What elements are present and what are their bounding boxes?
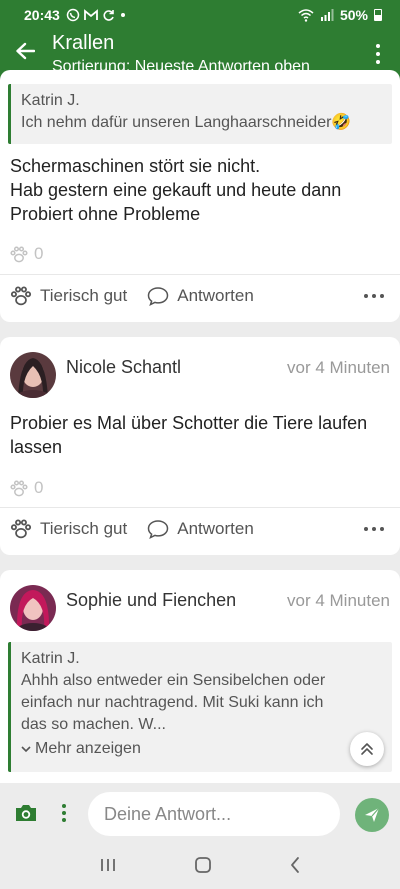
post-body: Schermaschinen stört sie nicht. Hab gest…: [10, 154, 390, 226]
send-button[interactable]: [355, 798, 389, 832]
arrow-left-icon: [16, 42, 35, 60]
post-actions: Tierisch gut Antworten: [10, 519, 390, 539]
reply-input[interactable]: [88, 792, 340, 836]
status-time: 20:43: [24, 7, 60, 23]
attachment-menu-button[interactable]: [62, 804, 66, 822]
like-button[interactable]: Tierisch gut: [10, 286, 127, 306]
notification-icons: [66, 8, 127, 22]
like-count: 0: [10, 478, 43, 498]
camera-icon: [16, 805, 36, 821]
post-body: Probier es Mal über Schotter die Tiere l…: [10, 413, 368, 457]
like-count: 0: [10, 244, 43, 264]
reply-composer: [0, 783, 400, 845]
wifi-icon: [298, 8, 314, 22]
avatar[interactable]: [10, 585, 56, 631]
reply-button[interactable]: Antworten: [147, 519, 254, 539]
quoted-reply[interactable]: Katrin J. Ich nehm dafür unseren Langhaa…: [8, 84, 392, 144]
like-label: Tierisch gut: [40, 286, 128, 305]
recent-apps-button[interactable]: [99, 857, 117, 878]
call-icon: [66, 8, 80, 22]
avatar[interactable]: [10, 352, 56, 398]
divider: [0, 274, 400, 275]
post-card: Nicole Schantl vor 4 Minuten Probier es …: [0, 337, 400, 555]
home-button[interactable]: [194, 856, 212, 879]
paw-icon: [10, 519, 32, 539]
battery-percent: 50%: [339, 7, 368, 23]
paw-icon: [10, 245, 28, 262]
camera-button[interactable]: [14, 803, 38, 828]
show-more-label: Mehr anzeigen: [35, 740, 141, 757]
speech-bubble-icon: [147, 287, 169, 306]
post-line: Hab gestern eine gekauft und heute dann: [10, 180, 342, 200]
mail-icon: [83, 9, 98, 20]
quoted-reply[interactable]: Katrin J. Ahhh also entweder ein Sensibe…: [8, 642, 392, 772]
sync-icon: [103, 9, 114, 21]
quote-text: Ahhh also entweder ein Sensibelchen oder…: [21, 672, 326, 733]
recent-apps-icon: [100, 858, 115, 871]
post-card: Katrin J. Ich nehm dafür unseren Langhaa…: [0, 70, 400, 322]
more-options-button[interactable]: [364, 527, 390, 531]
home-icon: [195, 856, 211, 873]
double-chevron-up-icon: [361, 743, 373, 755]
page-title: Krallen: [52, 32, 115, 54]
more-options-button[interactable]: [364, 294, 390, 298]
back-nav-button[interactable]: [289, 856, 301, 879]
speech-bubble-icon: [147, 520, 169, 539]
author-name[interactable]: Sophie und Fienchen: [66, 590, 236, 611]
quote-text: Ich nehm dafür unseren Langhaarschneider…: [21, 114, 352, 131]
like-label: Tierisch gut: [40, 519, 128, 538]
scroll-to-top-button[interactable]: [350, 732, 384, 766]
dot-icon: [120, 13, 125, 17]
post-card: Sophie und Fienchen vor 4 Minuten Katrin…: [0, 570, 400, 783]
post-line: Schermaschinen stört sie nicht.: [10, 156, 261, 176]
paw-icon: [10, 479, 28, 496]
show-more-link[interactable]: Mehr anzeigen: [21, 738, 382, 760]
signal-icon: [320, 9, 334, 21]
paw-icon: [10, 286, 32, 306]
quote-author: Katrin J.: [21, 92, 80, 109]
like-count-value: 0: [34, 478, 44, 497]
chevron-left-icon: [291, 856, 300, 873]
send-icon: [365, 807, 380, 822]
post-line: Probiert ohne Probleme: [10, 204, 201, 224]
author-name[interactable]: Nicole Schantl: [66, 357, 181, 378]
reply-button[interactable]: Antworten: [147, 286, 254, 306]
status-bar: 20:43 50%: [0, 0, 400, 30]
post-time: vor 4 Minuten: [287, 358, 390, 377]
like-button[interactable]: Tierisch gut: [10, 519, 127, 539]
like-count-value: 0: [34, 244, 44, 263]
battery-icon: [374, 9, 382, 21]
overflow-menu-button[interactable]: [368, 40, 388, 68]
quote-author: Katrin J.: [21, 650, 80, 667]
post-time: vor 4 Minuten: [287, 591, 390, 610]
reply-label: Antworten: [177, 286, 254, 305]
reply-label: Antworten: [177, 519, 254, 538]
chevron-down-icon: [21, 746, 31, 753]
divider: [0, 507, 400, 508]
back-button[interactable]: [10, 36, 40, 66]
system-nav-bar: [0, 845, 400, 889]
post-actions: Tierisch gut Antworten: [10, 286, 390, 306]
